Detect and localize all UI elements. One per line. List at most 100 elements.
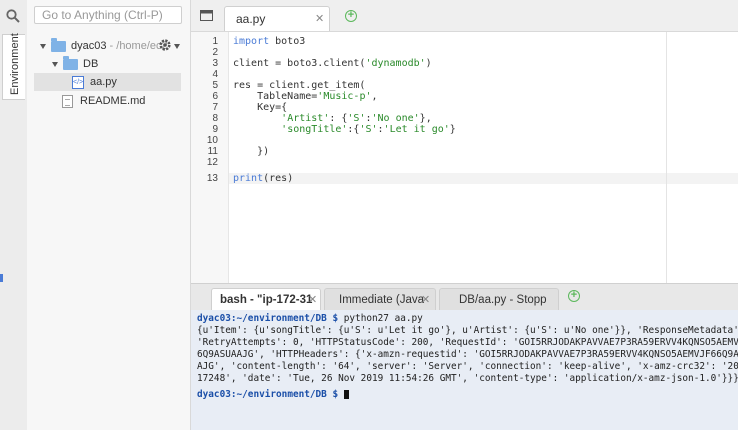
environment-tab[interactable]: Environment bbox=[2, 33, 25, 100]
code-line: import boto3 bbox=[233, 36, 305, 47]
chevron-down-icon[interactable] bbox=[52, 61, 58, 67]
code-text: :{ bbox=[347, 124, 360, 135]
code-line: res = client.get_item( bbox=[233, 80, 366, 91]
print-margin bbox=[666, 32, 667, 283]
close-icon[interactable]: ✕ bbox=[308, 295, 317, 306]
terminal-output-line: AJG', 'content-length': '64', 'server': … bbox=[197, 361, 738, 372]
code-text: }, bbox=[419, 113, 432, 124]
code-string: 'S' bbox=[359, 124, 378, 135]
terminal-output-line: 'RetryAttempts': 0, 'HTTPStatusCode': 20… bbox=[197, 337, 738, 348]
tab-immediate[interactable]: Immediate (Java ✕ bbox=[324, 288, 436, 310]
code-line: }) bbox=[233, 146, 270, 157]
document-file-icon bbox=[62, 94, 73, 108]
new-terminal-plus-icon[interactable]: + bbox=[568, 290, 580, 302]
line-number: 4 bbox=[212, 69, 218, 80]
prompt-path: :~/environment/DB $ bbox=[230, 313, 339, 324]
code-string: 'songTitle' bbox=[281, 124, 348, 135]
line-number: 5 bbox=[212, 80, 218, 91]
line-number: 2 bbox=[212, 47, 218, 58]
panel-edge-marker bbox=[0, 274, 3, 282]
folder-icon bbox=[63, 55, 78, 70]
code-text: ) bbox=[425, 58, 432, 69]
new-tab-plus-icon[interactable]: + bbox=[345, 10, 357, 22]
close-icon[interactable]: ✕ bbox=[315, 14, 324, 25]
chevron-down-icon[interactable] bbox=[40, 43, 46, 49]
line-number: 8 bbox=[212, 113, 218, 124]
prompt-user: dyac03 bbox=[197, 389, 231, 400]
close-icon[interactable]: ✕ bbox=[421, 295, 430, 306]
terminal-command: python27 aa.py bbox=[338, 313, 423, 324]
tree-item-label: README.md bbox=[80, 95, 146, 107]
line-number: 7 bbox=[212, 102, 218, 113]
code-keyword: print bbox=[233, 173, 264, 184]
tab-aa-py[interactable]: aa.py ✕ bbox=[224, 6, 330, 31]
line-number: 3 bbox=[212, 58, 218, 69]
tab-bash[interactable]: bash - "ip-172-31 ✕ bbox=[211, 288, 321, 310]
tree-item-readme[interactable]: README.md bbox=[62, 92, 145, 110]
terminal-output-line: 6Q9ASUAAJG', 'HTTPHeaders': {'x-amzn-req… bbox=[197, 349, 738, 360]
folder-icon bbox=[51, 37, 66, 52]
tab-label: DB/aa.py - Stopp bbox=[459, 294, 547, 306]
code-string: 'dynamodb' bbox=[365, 58, 426, 69]
code-string: 'No one' bbox=[371, 113, 420, 124]
tree-item-aa-py[interactable]: </> aa.py bbox=[72, 73, 117, 91]
terminal-tab-bar: bash - "ip-172-31 ✕ Immediate (Java ✕ DB… bbox=[191, 283, 738, 311]
code-text: boto3 bbox=[269, 36, 306, 47]
code-string: 'Music-p' bbox=[317, 91, 372, 102]
tab-run-aa-py[interactable]: DB/aa.py - Stopp bbox=[439, 288, 559, 310]
code-text: , bbox=[371, 91, 378, 102]
tree-item-label: DB bbox=[83, 58, 99, 70]
python-file-icon: </> bbox=[72, 75, 84, 89]
code-line: client = boto3.client('dynamodb') bbox=[233, 58, 432, 69]
goto-anything-input[interactable]: Go to Anything (Ctrl-P) bbox=[34, 6, 182, 24]
gear-icon[interactable] bbox=[158, 38, 172, 52]
code-line: 'songTitle':{'S':'Let it go'} bbox=[233, 124, 456, 135]
line-number-gutter: 1 2 3 4 5 6 7 8 9 10 11 12 13 bbox=[191, 32, 229, 283]
line-number: 12 bbox=[206, 157, 218, 168]
search-icon[interactable] bbox=[6, 9, 20, 23]
gear-menu-caret-icon[interactable] bbox=[174, 44, 180, 49]
line-number: 10 bbox=[206, 135, 218, 146]
code-line: Key={ bbox=[233, 102, 288, 113]
tab-label: bash - "ip-172-31 bbox=[220, 294, 313, 306]
file-tree-panel: Go to Anything (Ctrl-P) dyac03 - /home/e… bbox=[27, 0, 191, 430]
code-line: TableName='Music-p', bbox=[233, 91, 378, 102]
code-text: : { bbox=[329, 113, 348, 124]
code-text: (res) bbox=[263, 173, 294, 184]
activity-bar: Environment bbox=[0, 0, 28, 430]
tab-list-icon[interactable] bbox=[200, 10, 213, 21]
tab-label: Immediate (Java bbox=[339, 294, 425, 306]
terminal-command-line: dyac03:~/environment/DB $ python27 aa.py bbox=[197, 313, 423, 325]
code-editor[interactable]: 1 2 3 4 5 6 7 8 9 10 11 12 13 import bot… bbox=[191, 32, 738, 283]
prompt-path: :~/environment/DB $ bbox=[230, 389, 339, 400]
code-text: client = boto3.client( bbox=[233, 58, 366, 69]
current-line-highlight bbox=[229, 173, 738, 184]
line-number: 13 bbox=[206, 173, 218, 184]
line-number: 1 bbox=[212, 36, 218, 47]
tab-label: aa.py bbox=[236, 12, 266, 26]
terminal-prompt-line: dyac03:~/environment/DB $ bbox=[197, 389, 349, 401]
code-string: 'S' bbox=[347, 113, 366, 124]
code-line: 'Artist': {'S':'No one'}, bbox=[233, 113, 432, 124]
terminal-output-line: {u'Item': {u'songTitle': {u'S': u'Let it… bbox=[197, 325, 738, 336]
tree-item-label: aa.py bbox=[90, 76, 117, 88]
tree-item-workspace[interactable]: dyac03 - /home/ec2 bbox=[40, 37, 168, 55]
code-line: print(res) bbox=[233, 173, 293, 184]
terminal-cursor bbox=[343, 390, 349, 399]
code-string: 'Let it go' bbox=[383, 124, 450, 135]
prompt-user: dyac03 bbox=[197, 313, 231, 324]
line-number: 11 bbox=[207, 146, 218, 157]
editor-tab-bar: aa.py ✕ + bbox=[191, 0, 738, 32]
code-keyword: import bbox=[233, 36, 270, 47]
line-number: 6 bbox=[212, 91, 218, 102]
terminal-output[interactable]: dyac03:~/environment/DB $ python27 aa.py… bbox=[191, 310, 738, 430]
workspace-name: dyac03 bbox=[71, 40, 107, 52]
code-text: } bbox=[449, 124, 456, 135]
terminal-output-line: 17248', 'date': 'Tue, 26 Nov 2019 11:54:… bbox=[197, 373, 738, 384]
code-text: TableName= bbox=[233, 91, 318, 102]
code-string: 'Artist' bbox=[281, 113, 330, 124]
tree-item-db-folder[interactable]: DB bbox=[52, 55, 98, 73]
line-number: 9 bbox=[212, 124, 218, 135]
